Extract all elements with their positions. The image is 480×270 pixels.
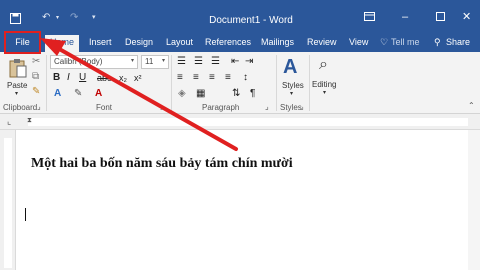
styles-dropdown-icon[interactable]: ▾: [290, 90, 293, 97]
tab-design[interactable]: Design: [125, 37, 153, 47]
numbering-icon[interactable]: ☰: [194, 57, 203, 67]
tab-review[interactable]: Review: [307, 37, 337, 47]
styles-button[interactable]: Styles: [282, 81, 304, 90]
share-icon: ⚲: [434, 37, 441, 47]
ribbon-tabs: Home Insert Design Layout References Mai…: [0, 34, 480, 52]
italic-icon[interactable]: I: [67, 73, 70, 83]
ribbon: Paste ▾ ✂ ⧉ ✎ Clipboard ⌟ Calibri (Body)…: [0, 52, 480, 114]
font-color-icon[interactable]: A: [95, 89, 102, 99]
show-marks-icon[interactable]: ¶: [250, 89, 255, 99]
borders-icon[interactable]: ▦: [196, 89, 205, 99]
customize-icon[interactable]: ▾: [92, 13, 96, 23]
line-spacing-icon[interactable]: ↕: [243, 73, 248, 83]
title-bar: ↶ ▾ ↷ ▾ Document1 - Word – ✕: [0, 0, 480, 34]
align-left-icon[interactable]: ≡: [177, 73, 183, 83]
undo-icon[interactable]: ↶: [42, 13, 50, 23]
strikethrough-icon[interactable]: abc: [97, 73, 112, 83]
tab-home[interactable]: Home: [45, 35, 80, 52]
tab-selector-icon[interactable]: ⌞: [7, 116, 11, 127]
underline-icon[interactable]: U: [79, 73, 86, 83]
paragraph-launcher-icon[interactable]: ⌟: [265, 102, 269, 111]
collapse-ribbon-icon[interactable]: ⌃: [468, 101, 475, 110]
ribbon-display-icon[interactable]: [364, 12, 375, 24]
tab-insert[interactable]: Insert: [89, 37, 112, 47]
font-group-label: Font: [96, 103, 113, 112]
tab-file[interactable]: File: [4, 31, 41, 54]
clipboard-group-label: Clipboard: [3, 103, 38, 112]
share-button[interactable]: Share: [446, 37, 470, 47]
divider: [276, 55, 277, 111]
subscript-icon[interactable]: x₂: [119, 73, 127, 83]
ruler-text-area: [28, 118, 468, 126]
decrease-indent-icon[interactable]: ⇤: [231, 57, 239, 67]
redo-icon[interactable]: ↷: [70, 13, 78, 23]
styles-group-label: Styles: [280, 103, 302, 112]
justify-icon[interactable]: ≡: [225, 73, 231, 83]
divider: [171, 55, 172, 111]
divider: [309, 55, 310, 111]
paste-dropdown-icon[interactable]: ▾: [15, 90, 18, 97]
bold-icon[interactable]: B: [53, 73, 60, 83]
paste-button[interactable]: Paste: [7, 81, 27, 90]
paste-icon[interactable]: [9, 58, 27, 81]
align-center-icon[interactable]: ≡: [193, 73, 199, 83]
tab-view[interactable]: View: [349, 37, 368, 47]
tab-references[interactable]: References: [205, 37, 251, 47]
copy-icon[interactable]: ⧉: [32, 72, 39, 82]
tab-layout[interactable]: Layout: [166, 37, 193, 47]
cut-icon[interactable]: ✂: [32, 57, 40, 67]
font-launcher-icon[interactable]: ⌟: [160, 102, 164, 111]
styles-icon[interactable]: A: [283, 57, 297, 77]
font-name-select[interactable]: Calibri (Body): [50, 55, 138, 69]
format-painter-icon[interactable]: ✎: [32, 87, 40, 97]
document-text[interactable]: Một hai ba bốn năm sáu bảy tám chín mười: [31, 156, 293, 172]
styles-launcher-icon[interactable]: ⌟: [300, 102, 304, 111]
highlight-icon[interactable]: ✎: [74, 89, 82, 99]
multilevel-list-icon[interactable]: ☰: [211, 57, 220, 67]
font-size-dropdown-icon[interactable]: ▾: [162, 57, 165, 64]
text-effects-icon[interactable]: A: [54, 89, 61, 99]
divider: [46, 55, 47, 111]
dropdown-icon[interactable]: ▾: [56, 13, 59, 23]
vertical-ruler: [0, 130, 16, 270]
minimize-icon[interactable]: –: [402, 12, 408, 23]
vertical-scrollbar[interactable]: [468, 130, 480, 270]
tell-me-box[interactable]: Tell me: [391, 37, 420, 47]
indent-marker-icon[interactable]: ⧗: [27, 117, 32, 125]
superscript-icon[interactable]: x²: [134, 73, 142, 83]
font-name-dropdown-icon[interactable]: ▾: [131, 57, 134, 64]
find-icon[interactable]: ⌕: [319, 57, 328, 73]
sort-icon[interactable]: ⇅: [232, 89, 240, 99]
align-right-icon[interactable]: ≡: [209, 73, 215, 83]
close-icon[interactable]: ✕: [462, 12, 471, 23]
save-icon[interactable]: [10, 13, 21, 27]
tab-mailings[interactable]: Mailings: [261, 37, 294, 47]
maximize-icon[interactable]: [436, 12, 445, 24]
clipboard-launcher-icon[interactable]: ⌟: [37, 102, 41, 111]
increase-indent-icon[interactable]: ⇥: [245, 57, 253, 67]
editing-dropdown-icon[interactable]: ▾: [323, 89, 326, 96]
paragraph-group-label: Paragraph: [202, 103, 240, 112]
text-cursor: [25, 208, 26, 221]
editing-button[interactable]: Editing: [312, 80, 336, 89]
horizontal-ruler: ⌞ ⧗: [0, 114, 480, 130]
bullets-icon[interactable]: ☰: [177, 57, 186, 67]
shading-icon[interactable]: ◈: [178, 89, 186, 99]
window-title: Document1 - Word: [209, 15, 293, 26]
vertical-ruler-text-area: [4, 138, 12, 268]
lightbulb-icon: ♡: [380, 37, 389, 47]
